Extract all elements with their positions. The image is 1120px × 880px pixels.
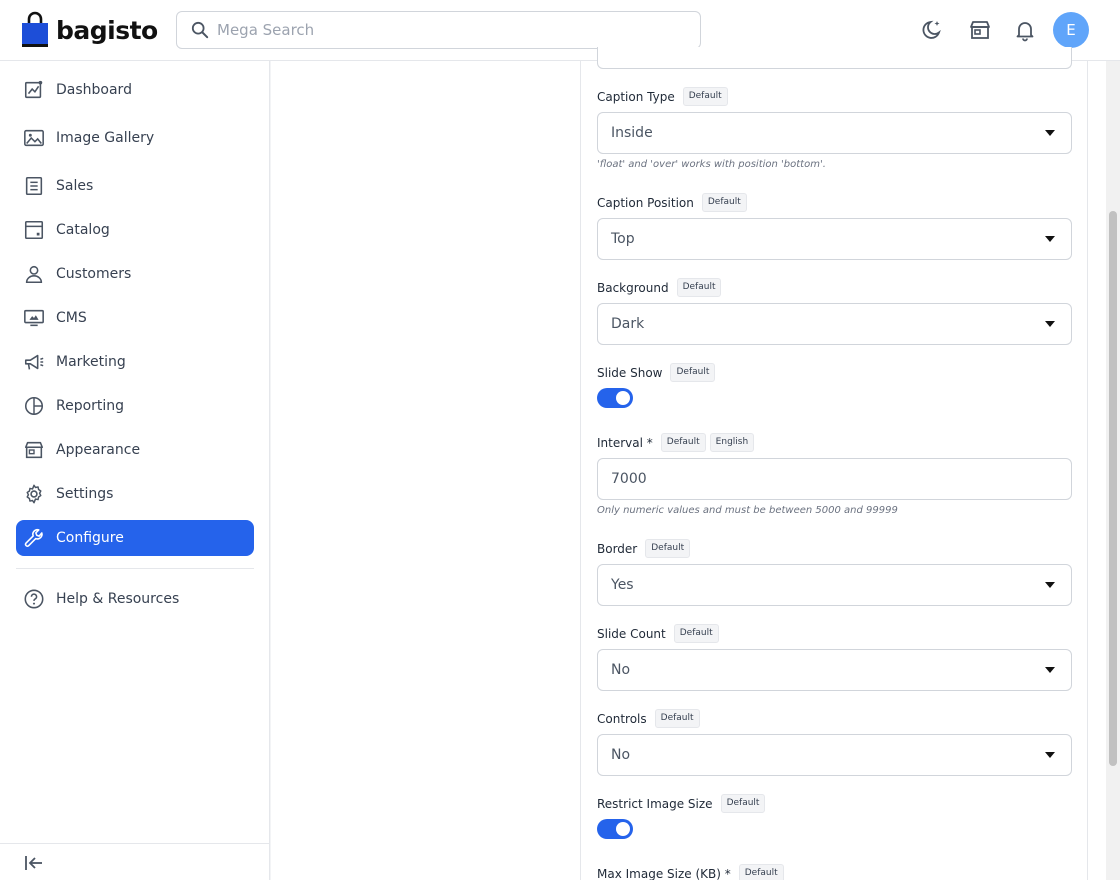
shopping-bag-icon (22, 11, 48, 47)
pie-chart-icon (24, 396, 44, 416)
help-icon (24, 589, 44, 609)
border-label: Border Default (597, 539, 691, 558)
sidebar-item-label: Marketing (56, 354, 126, 370)
default-badge: Default (670, 363, 716, 382)
sidebar-item-customers[interactable]: Customers (16, 256, 254, 292)
caret-down-icon (1045, 321, 1055, 327)
mega-search[interactable] (176, 11, 701, 49)
caption-type-hint: 'float' and 'over' works with position '… (597, 159, 826, 170)
storefront-icon[interactable] (968, 18, 992, 42)
sidebar-item-label: Reporting (56, 398, 125, 414)
caret-down-icon (1045, 236, 1055, 242)
brand-name: bagisto (56, 15, 158, 45)
slide-show-label: Slide Show Default (597, 363, 716, 382)
caret-down-icon (1045, 582, 1055, 588)
slide-count-select[interactable]: No (597, 649, 1072, 691)
default-badge: Default (738, 864, 784, 880)
megaphone-icon (24, 354, 44, 370)
user-avatar[interactable]: E (1053, 12, 1089, 48)
default-badge: Default (676, 278, 722, 297)
sidebar-item-sales[interactable]: Sales (16, 168, 254, 204)
sidebar-item-reporting[interactable]: Reporting (16, 388, 254, 424)
caption-position-select[interactable]: Top (597, 218, 1072, 260)
wrench-icon (24, 528, 43, 547)
border-select[interactable]: Yes (597, 564, 1072, 606)
max-image-size-label: Max Image Size (KB) * Default (597, 864, 784, 880)
catalog-icon (24, 220, 44, 240)
background-select[interactable]: Dark (597, 303, 1072, 345)
default-badge: Default (682, 87, 728, 106)
default-badge: Default (673, 624, 719, 643)
collapse-sidebar-icon (25, 856, 42, 870)
sidebar-item-configure[interactable]: Configure (16, 520, 254, 556)
default-badge: Default (654, 709, 700, 728)
sidebar-item-label: Settings (56, 486, 114, 502)
interval-label: Interval * Default English (597, 433, 755, 452)
customers-icon (25, 265, 43, 284)
controls-select[interactable]: No (597, 734, 1072, 776)
controls-label: Controls Default (597, 709, 700, 728)
caption-position-label: Caption Position Default (597, 193, 747, 212)
default-badge: Default (701, 193, 747, 212)
interval-input[interactable]: 7000 (597, 458, 1072, 500)
notification-bell-icon[interactable] (1013, 18, 1037, 42)
caption-type-label: Caption Type Default (597, 87, 728, 106)
sidebar-item-catalog[interactable]: Catalog (16, 212, 254, 248)
sidebar-item-label: Image Gallery (56, 130, 155, 146)
gear-icon (26, 484, 42, 504)
default-badge: Default (645, 539, 691, 558)
image-icon (24, 129, 44, 147)
sidebar-item-label: Configure (56, 530, 124, 546)
scrollbar-thumb[interactable] (1109, 211, 1117, 766)
sidebar-item-settings[interactable]: Settings (16, 476, 254, 512)
cms-icon (24, 309, 44, 327)
sidebar-item-appearance[interactable]: Appearance (16, 432, 254, 468)
sidebar-item-label: Appearance (56, 442, 141, 458)
sidebar-divider (16, 568, 254, 569)
sidebar-item-dashboard[interactable]: Dashboard (16, 72, 254, 108)
default-badge: Default (720, 794, 766, 813)
caret-down-icon (1045, 667, 1055, 673)
sidebar-item-label: Catalog (56, 222, 110, 238)
caption-type-select[interactable]: Inside (597, 112, 1072, 154)
caret-down-icon (1045, 752, 1055, 758)
restrict-image-size-toggle[interactable] (597, 819, 633, 839)
dashboard-icon (24, 80, 43, 99)
sales-icon (25, 176, 43, 196)
previous-field[interactable] (597, 47, 1072, 69)
sidebar-item-label: Sales (56, 178, 94, 194)
sidebar-item-label: Dashboard (56, 82, 132, 98)
sidebar-item-help[interactable]: Help & Resources (16, 581, 254, 617)
sidebar-item-label: Help & Resources (56, 591, 180, 607)
background-label: Background Default (597, 278, 722, 297)
default-badge: Default (660, 433, 706, 452)
sidebar-item-label: CMS (56, 310, 87, 326)
caret-down-icon (1045, 130, 1055, 136)
sidebar-item-image-gallery[interactable]: Image Gallery (16, 120, 254, 156)
sidebar: Dashboard Image Gallery Sales Catalog Cu… (0, 61, 270, 880)
locale-badge: English (709, 433, 755, 452)
restrict-image-size-label: Restrict Image Size Default (597, 794, 766, 813)
brand-logo[interactable]: bagisto (20, 11, 158, 49)
search-input[interactable] (217, 21, 677, 39)
page-scrollbar[interactable] (1106, 61, 1120, 880)
interval-hint: Only numeric values and must be between … (597, 505, 898, 516)
slide-show-toggle[interactable] (597, 388, 633, 408)
sidebar-collapse[interactable] (0, 843, 270, 880)
storefront-icon (24, 441, 44, 459)
dark-mode-icon[interactable] (921, 18, 945, 42)
search-icon (191, 21, 209, 39)
sidebar-item-marketing[interactable]: Marketing (16, 344, 254, 380)
sidebar-item-cms[interactable]: CMS (16, 300, 254, 336)
sidebar-item-label: Customers (56, 266, 132, 282)
slide-count-label: Slide Count Default (597, 624, 719, 643)
